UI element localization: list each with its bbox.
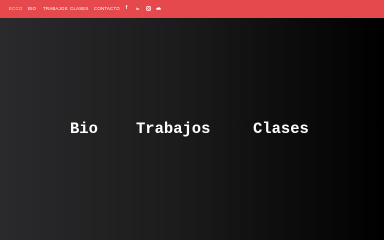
hero-links: Bio Trabajos Clases [0, 118, 384, 140]
linkedin-icon[interactable]: in [134, 5, 141, 12]
facebook-glyph: f [125, 5, 128, 11]
nav-item-ecco[interactable]: ECCO [9, 6, 23, 12]
instagram-icon[interactable] [145, 5, 152, 12]
soundcloud-icon[interactable] [155, 5, 162, 12]
nav-item-clases[interactable]: CLASES [70, 6, 89, 12]
nav-item-bio[interactable]: BIO [28, 6, 36, 12]
linkedin-glyph: in [135, 6, 140, 11]
nav-item-contacto[interactable]: CONTACTO [94, 6, 120, 12]
hero-link-clases[interactable]: Clases [253, 118, 309, 140]
page: ECCO BIO TRABAJOS CLASES CONTACTO f in B… [0, 0, 384, 240]
hero-link-trabajos[interactable]: Trabajos [136, 118, 210, 140]
hero-link-bio[interactable]: Bio [70, 118, 98, 140]
nav-item-trabajos[interactable]: TRABAJOS [43, 6, 68, 12]
top-navbar: ECCO BIO TRABAJOS CLASES CONTACTO f in [0, 0, 384, 18]
facebook-icon[interactable]: f [123, 5, 130, 12]
